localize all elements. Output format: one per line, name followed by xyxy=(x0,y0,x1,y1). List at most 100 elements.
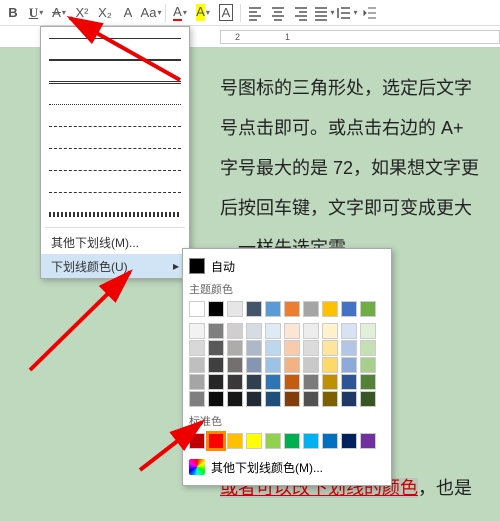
more-underline-colors[interactable]: 其他下划线颜色(M)... xyxy=(189,455,385,479)
color-swatch[interactable] xyxy=(208,391,224,407)
underline-style-double[interactable] xyxy=(41,71,189,93)
color-swatch[interactable] xyxy=(208,374,224,390)
align-right-button[interactable] xyxy=(290,2,312,24)
underline-style-dash[interactable] xyxy=(41,115,189,137)
color-swatch[interactable] xyxy=(303,374,319,390)
color-swatch[interactable] xyxy=(208,301,224,317)
align-justify-button[interactable]: ▾ xyxy=(313,2,335,24)
color-swatch[interactable] xyxy=(208,433,224,449)
color-swatch[interactable] xyxy=(227,357,243,373)
color-swatch[interactable] xyxy=(189,323,205,339)
underline-style-dashdot[interactable] xyxy=(41,159,189,181)
color-swatch[interactable] xyxy=(341,374,357,390)
align-left-button[interactable] xyxy=(244,2,266,24)
color-swatch[interactable] xyxy=(322,374,338,390)
color-swatch[interactable] xyxy=(322,433,338,449)
underline-style-dotdot[interactable] xyxy=(41,93,189,115)
underline-style-dashdotdot[interactable] xyxy=(41,181,189,203)
indent-decrease-button[interactable] xyxy=(359,2,381,24)
color-swatch[interactable] xyxy=(303,357,319,373)
color-swatch[interactable] xyxy=(303,433,319,449)
color-swatch[interactable] xyxy=(227,340,243,356)
highlight-button[interactable]: A▾ xyxy=(192,2,214,24)
color-swatch[interactable] xyxy=(189,340,205,356)
color-swatch[interactable] xyxy=(189,374,205,390)
color-swatch[interactable] xyxy=(246,374,262,390)
auto-color-option[interactable]: 自动 xyxy=(189,255,385,277)
color-swatch[interactable] xyxy=(227,323,243,339)
color-swatch[interactable] xyxy=(246,301,262,317)
color-swatch[interactable] xyxy=(265,340,281,356)
color-swatch[interactable] xyxy=(265,433,281,449)
underline-button[interactable]: U▾ xyxy=(25,2,47,24)
color-swatch[interactable] xyxy=(341,323,357,339)
color-swatch[interactable] xyxy=(189,357,205,373)
color-swatch[interactable] xyxy=(246,357,262,373)
color-swatch[interactable] xyxy=(360,433,376,449)
chevron-down-icon: ▾ xyxy=(62,8,66,17)
color-swatch[interactable] xyxy=(303,301,319,317)
color-swatch[interactable] xyxy=(265,323,281,339)
color-swatch[interactable] xyxy=(284,357,300,373)
color-swatch[interactable] xyxy=(246,433,262,449)
color-swatch[interactable] xyxy=(284,374,300,390)
line-spacing-button[interactable]: ▾ xyxy=(336,2,358,24)
underline-style-longdash[interactable] xyxy=(41,137,189,159)
color-swatch[interactable] xyxy=(208,357,224,373)
color-swatch[interactable] xyxy=(341,301,357,317)
color-swatch[interactable] xyxy=(322,391,338,407)
color-swatch[interactable] xyxy=(284,433,300,449)
color-swatch[interactable] xyxy=(341,357,357,373)
color-swatch[interactable] xyxy=(265,301,281,317)
color-swatch[interactable] xyxy=(246,340,262,356)
color-swatch[interactable] xyxy=(227,374,243,390)
subscript-button[interactable]: X₂ xyxy=(94,2,116,24)
color-swatch[interactable] xyxy=(322,323,338,339)
color-swatch[interactable] xyxy=(265,391,281,407)
color-swatch[interactable] xyxy=(265,374,281,390)
clear-format-button[interactable]: A xyxy=(117,2,139,24)
strikethrough-button[interactable]: A▾ xyxy=(48,2,70,24)
color-swatch[interactable] xyxy=(265,357,281,373)
underline-style-thick[interactable] xyxy=(41,49,189,71)
color-swatch[interactable] xyxy=(284,340,300,356)
color-swatch[interactable] xyxy=(360,391,376,407)
change-case-button[interactable]: Aa▾ xyxy=(140,2,162,24)
color-swatch[interactable] xyxy=(284,323,300,339)
color-swatch[interactable] xyxy=(360,374,376,390)
color-swatch[interactable] xyxy=(322,340,338,356)
color-swatch[interactable] xyxy=(189,301,205,317)
color-swatch[interactable] xyxy=(246,323,262,339)
bold-button[interactable]: B xyxy=(2,2,24,24)
color-swatch[interactable] xyxy=(208,323,224,339)
color-swatch[interactable] xyxy=(303,323,319,339)
color-swatch[interactable] xyxy=(360,340,376,356)
underline-color-menu[interactable]: 下划线颜色(U) ▸ xyxy=(41,254,189,278)
color-swatch[interactable] xyxy=(227,391,243,407)
color-swatch[interactable] xyxy=(246,391,262,407)
color-swatch[interactable] xyxy=(189,433,205,449)
font-color-button[interactable]: A▾ xyxy=(169,2,191,24)
other-underline-menu[interactable]: 其他下划线(M)... xyxy=(41,230,189,254)
align-center-button[interactable] xyxy=(267,2,289,24)
color-swatch[interactable] xyxy=(360,323,376,339)
color-swatch[interactable] xyxy=(284,391,300,407)
color-swatch[interactable] xyxy=(303,391,319,407)
color-swatch[interactable] xyxy=(322,301,338,317)
underline-style-wave[interactable] xyxy=(41,203,189,225)
color-swatch[interactable] xyxy=(360,357,376,373)
color-swatch[interactable] xyxy=(189,391,205,407)
color-swatch[interactable] xyxy=(341,340,357,356)
color-swatch[interactable] xyxy=(284,301,300,317)
color-swatch[interactable] xyxy=(322,357,338,373)
color-swatch[interactable] xyxy=(208,340,224,356)
color-swatch[interactable] xyxy=(341,433,357,449)
color-swatch[interactable] xyxy=(303,340,319,356)
color-swatch[interactable] xyxy=(227,433,243,449)
superscript-button[interactable]: X² xyxy=(71,2,93,24)
color-swatch[interactable] xyxy=(227,301,243,317)
underline-style-single[interactable] xyxy=(41,27,189,49)
color-swatch[interactable] xyxy=(360,301,376,317)
color-swatch[interactable] xyxy=(341,391,357,407)
char-border-button[interactable]: A xyxy=(215,2,237,24)
